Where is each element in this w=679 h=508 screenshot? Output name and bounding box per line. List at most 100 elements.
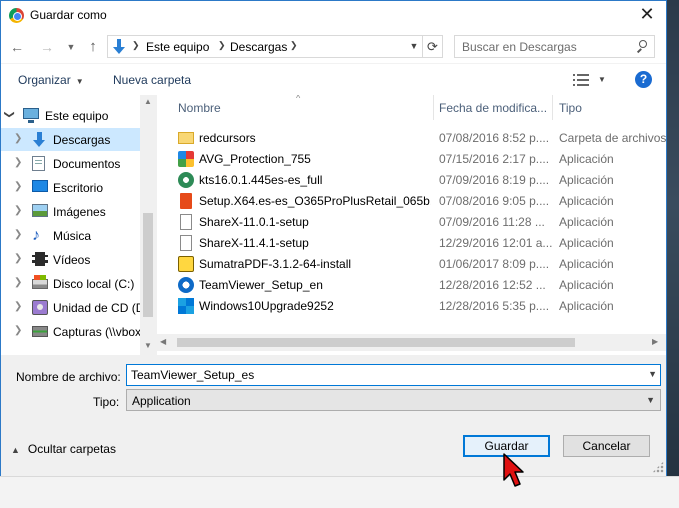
expand-chevron-icon[interactable]: ❯ <box>14 133 22 144</box>
file-list: ^ Nombre Fecha de modifica... Tipo redcu… <box>156 95 666 355</box>
nav-item-videos[interactable]: ❯ Vídeos <box>1 248 141 271</box>
network-drive-icon <box>32 326 48 337</box>
scroll-left-arrow-icon[interactable]: ◀ <box>160 337 166 346</box>
breadcrumb-este-equipo[interactable]: Este equipo <box>146 40 209 54</box>
nav-item-imagenes[interactable]: ❯ Imágenes <box>1 200 141 223</box>
view-options-icon[interactable] <box>573 73 589 87</box>
search-box[interactable] <box>454 35 655 58</box>
expand-chevron-icon[interactable]: ❯ <box>14 301 22 312</box>
file-type-value: Application <box>132 394 191 408</box>
nav-item-label: Vídeos <box>53 253 91 267</box>
nav-scroll-thumb[interactable] <box>143 213 153 317</box>
nav-item-musica[interactable]: ❯ ♪ Música <box>1 224 141 247</box>
expand-chevron-icon[interactable]: ❯ <box>14 277 22 288</box>
nav-item-unidad-cd[interactable]: ❯ Unidad de CD (D <box>1 296 145 319</box>
expand-chevron-icon[interactable]: ❯ <box>14 325 22 336</box>
nav-item-descargas[interactable]: ❯ Descargas <box>1 128 141 151</box>
file-row[interactable]: Windows10Upgrade9252 12/28/2016 5:35 p..… <box>157 295 666 316</box>
save-form: Nombre de archivo: ▼ Tipo: Application ▼… <box>1 355 666 476</box>
forward-arrow-icon[interactable]: → <box>39 39 55 55</box>
computer-icon <box>23 108 39 123</box>
scroll-up-arrow-icon[interactable]: ▲ <box>144 97 152 106</box>
new-folder-button[interactable]: Nueva carpeta <box>113 73 191 87</box>
breadcrumb-separator-icon[interactable]: ❯ <box>218 40 226 51</box>
column-header-date[interactable]: Fecha de modifica... <box>439 101 547 115</box>
file-type: Aplicación <box>559 194 614 208</box>
file-type: Carpeta de archivos <box>559 131 666 145</box>
search-icon[interactable] <box>636 40 648 53</box>
chevron-down-icon[interactable]: ▼ <box>646 395 655 405</box>
nav-item-disco-local[interactable]: ❯ Disco local (C:) <box>1 272 141 295</box>
chrome-app-icon <box>9 8 24 23</box>
chevron-down-icon[interactable]: ▼ <box>648 369 657 379</box>
column-header-type[interactable]: Tipo <box>559 101 582 115</box>
file-name: SumatraPDF-3.1.2-64-install <box>199 257 352 271</box>
nav-item-este-equipo[interactable]: ❯ Este equipo <box>1 104 141 127</box>
organize-button[interactable]: Organizar ▼ <box>18 73 84 87</box>
videos-icon <box>32 252 48 266</box>
filename-input[interactable] <box>127 365 637 385</box>
breadcrumb-separator-icon[interactable]: ❯ <box>132 40 140 51</box>
nav-item-label: Disco local (C:) <box>53 277 135 291</box>
nav-item-label: Imágenes <box>53 205 106 219</box>
teamviewer-app-icon <box>178 277 194 293</box>
expand-chevron-icon[interactable]: ❯ <box>14 253 22 264</box>
hide-folders-button[interactable]: ▲ Ocultar carpetas <box>11 442 116 456</box>
recent-locations-chevron-icon[interactable]: ▼ <box>63 39 79 55</box>
file-row[interactable]: SumatraPDF-3.1.2-64-install 01/06/2017 8… <box>157 253 666 274</box>
expand-chevron-icon[interactable]: ❯ <box>14 229 22 240</box>
file-row[interactable]: redcursors 07/08/2016 8:52 p.... Carpeta… <box>157 127 666 148</box>
scroll-right-arrow-icon[interactable]: ▶ <box>652 337 658 346</box>
file-type: Aplicación <box>559 299 614 313</box>
file-date: 12/28/2016 12:52 ... <box>439 278 546 292</box>
breadcrumb-separator-icon[interactable]: ❯ <box>290 40 298 51</box>
filename-combobox[interactable]: ▼ <box>126 364 661 386</box>
address-dropdown-chevron-icon[interactable]: ▼ <box>406 36 422 57</box>
sort-ascending-icon: ^ <box>296 95 301 103</box>
expand-chevron-icon[interactable]: ❯ <box>4 110 15 118</box>
breadcrumb-descargas[interactable]: Descargas <box>230 40 287 54</box>
cancel-button[interactable]: Cancelar <box>563 435 650 457</box>
resize-grip[interactable] <box>652 461 664 473</box>
nav-item-label: Unidad de CD (D <box>53 301 145 315</box>
file-type: Aplicación <box>559 278 614 292</box>
column-divider[interactable] <box>433 95 434 120</box>
file-name: TeamViewer_Setup_en <box>199 278 323 292</box>
nav-item-label: Música <box>53 229 92 243</box>
file-row[interactable]: kts16.0.1.445es-es_full 07/09/2016 8:19 … <box>157 169 666 190</box>
view-chevron-down-icon[interactable]: ▼ <box>598 75 606 84</box>
file-row[interactable]: AVG_Protection_755 07/15/2016 2:17 p....… <box>157 148 666 169</box>
file-date: 07/09/2016 11:28 ... <box>439 215 545 229</box>
file-name: Setup.X64.es-es_O365ProPlusRetail_065b..… <box>199 194 431 208</box>
horizontal-scroll-thumb[interactable] <box>177 338 575 347</box>
file-name: AVG_Protection_755 <box>199 152 311 166</box>
expand-chevron-icon[interactable]: ❯ <box>14 157 22 168</box>
nav-vertical-scrollbar[interactable]: ▲ ▼ <box>140 95 156 355</box>
refresh-icon[interactable]: ⟳ <box>422 36 442 57</box>
back-arrow-icon[interactable]: ← <box>9 39 25 55</box>
search-input[interactable] <box>455 36 631 57</box>
up-arrow-icon[interactable]: ↑ <box>85 39 101 55</box>
file-horizontal-scrollbar[interactable]: ◀ ▶ <box>156 334 666 351</box>
nav-item-documentos[interactable]: ❯ Documentos <box>1 152 141 175</box>
close-button[interactable]: ✕ <box>634 3 660 27</box>
nav-item-capturas[interactable]: ❯ Capturas (\\vbox <box>1 320 141 343</box>
nav-item-escritorio[interactable]: ❯ Escritorio <box>1 176 141 199</box>
kts-app-icon <box>178 172 194 188</box>
nav-item-label: Este equipo <box>45 109 109 123</box>
expand-chevron-icon[interactable]: ❯ <box>14 205 22 216</box>
file-row[interactable]: TeamViewer_Setup_en 12/28/2016 12:52 ...… <box>157 274 666 295</box>
address-bar[interactable]: ❯ Este equipo ❯ Descargas ❯ ▼ ⟳ <box>107 35 443 58</box>
help-icon[interactable]: ? <box>635 71 652 88</box>
desktop-background <box>666 0 679 508</box>
file-row[interactable]: ShareX-11.4.1-setup 12/29/2016 12:01 a..… <box>157 232 666 253</box>
column-header-name[interactable]: Nombre <box>178 101 221 115</box>
file-type-select[interactable]: Application ▼ <box>126 389 661 411</box>
expand-chevron-icon[interactable]: ❯ <box>14 181 22 192</box>
column-divider[interactable] <box>552 95 553 120</box>
file-row[interactable]: Setup.X64.es-es_O365ProPlusRetail_065b..… <box>157 190 666 211</box>
title-bar: Guardar como ✕ <box>1 1 666 31</box>
column-headers: ^ Nombre Fecha de modifica... Tipo <box>157 95 666 120</box>
scroll-down-arrow-icon[interactable]: ▼ <box>144 341 152 350</box>
file-row[interactable]: ShareX-11.0.1-setup 07/09/2016 11:28 ...… <box>157 211 666 232</box>
